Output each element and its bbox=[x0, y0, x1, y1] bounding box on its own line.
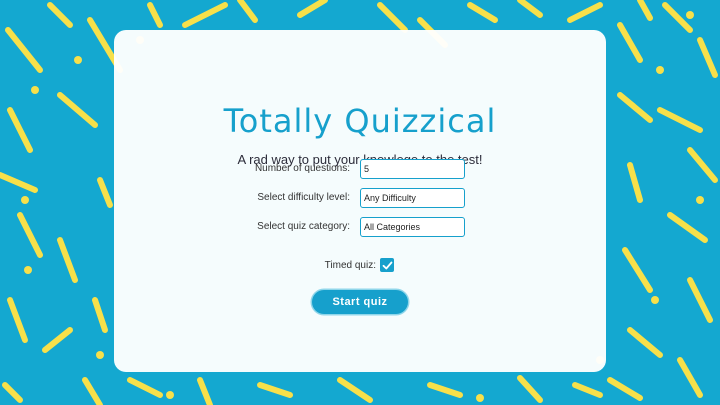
category-select[interactable]: All Categories bbox=[360, 217, 465, 237]
pattern-dash bbox=[17, 212, 43, 258]
pattern-dot bbox=[31, 86, 39, 94]
start-quiz-button[interactable]: Start quiz bbox=[312, 290, 408, 314]
timed-quiz-row: Timed quiz: bbox=[114, 257, 606, 275]
pattern-dash bbox=[127, 377, 163, 398]
pattern-dash bbox=[697, 37, 718, 78]
pattern-dash bbox=[7, 107, 33, 153]
pattern-dash bbox=[377, 2, 408, 33]
pattern-dash bbox=[607, 377, 643, 401]
pattern-dash bbox=[57, 92, 98, 128]
pattern-dot bbox=[166, 391, 174, 399]
pattern-dash bbox=[197, 377, 213, 405]
pattern-dash bbox=[7, 297, 28, 343]
timed-quiz-label: Timed quiz: bbox=[324, 260, 376, 271]
pattern-dash bbox=[567, 2, 603, 23]
pattern-dash bbox=[147, 2, 163, 28]
pattern-dot bbox=[96, 351, 104, 359]
difficulty-row: Select difficulty level: Any Difficulty bbox=[114, 188, 606, 210]
questions-row: Number of questions: 5 bbox=[114, 159, 606, 181]
pattern-dash bbox=[5, 27, 43, 73]
pattern-dash bbox=[427, 382, 463, 398]
pattern-dash bbox=[297, 0, 328, 18]
category-row: Select quiz category: All Categories bbox=[114, 217, 606, 239]
pattern-dash bbox=[667, 212, 708, 243]
pattern-dash bbox=[467, 2, 498, 23]
pattern-dash bbox=[687, 277, 713, 323]
pattern-dash bbox=[42, 327, 73, 353]
pattern-dash bbox=[57, 237, 78, 283]
pattern-dot bbox=[21, 196, 29, 204]
pattern-dot bbox=[651, 296, 659, 304]
pattern-dash bbox=[617, 22, 643, 63]
app-title: Totally Quizzical bbox=[223, 102, 497, 140]
pattern-dash bbox=[517, 0, 543, 18]
timed-quiz-checkbox[interactable] bbox=[380, 258, 394, 272]
pattern-dash bbox=[677, 357, 703, 398]
pattern-dash bbox=[627, 162, 643, 203]
pattern-dot bbox=[476, 394, 484, 402]
pattern-dash bbox=[337, 377, 373, 403]
pattern-dash bbox=[662, 2, 693, 33]
pattern-dash bbox=[2, 382, 23, 403]
pattern-dash bbox=[182, 2, 228, 28]
pattern-dash bbox=[47, 2, 73, 28]
pattern-dash bbox=[617, 92, 653, 123]
checkmark-icon bbox=[382, 261, 392, 269]
pattern-dot bbox=[696, 196, 704, 204]
pattern-dash bbox=[97, 177, 113, 208]
questions-label: Number of questions: bbox=[254, 163, 350, 174]
pattern-dash bbox=[687, 147, 718, 183]
pattern-dash bbox=[637, 0, 653, 21]
pattern-dot bbox=[24, 266, 32, 274]
pattern-dash bbox=[92, 297, 108, 333]
pattern-dash bbox=[622, 247, 653, 293]
pattern-dash bbox=[237, 0, 258, 23]
questions-input[interactable]: 5 bbox=[360, 159, 465, 179]
difficulty-label: Select difficulty level: bbox=[257, 192, 350, 203]
pattern-dot bbox=[656, 66, 664, 74]
pattern-dash bbox=[0, 172, 38, 193]
quiz-setup-card: Totally Quizzical A rad way to put your … bbox=[114, 30, 606, 372]
category-label: Select quiz category: bbox=[257, 221, 350, 232]
pattern-dash bbox=[657, 107, 703, 133]
pattern-dash bbox=[572, 382, 603, 398]
pattern-dot bbox=[74, 56, 82, 64]
pattern-dash bbox=[257, 382, 293, 398]
pattern-dash bbox=[517, 375, 543, 403]
pattern-dot bbox=[686, 11, 694, 19]
pattern-dash bbox=[627, 327, 663, 358]
pattern-dash bbox=[82, 377, 103, 405]
difficulty-select[interactable]: Any Difficulty bbox=[360, 188, 465, 208]
